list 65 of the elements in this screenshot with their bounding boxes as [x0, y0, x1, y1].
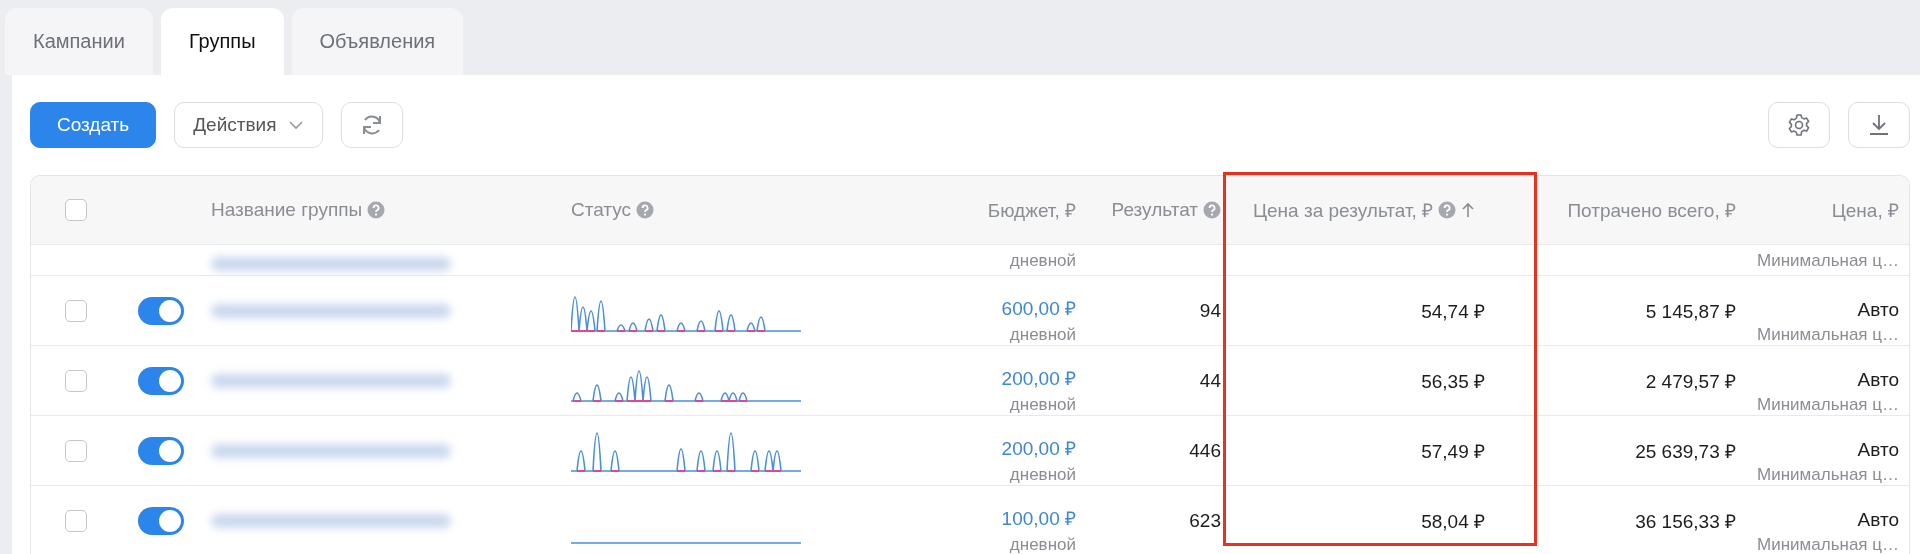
- column-header[interactable]: Статус: [571, 199, 632, 221]
- create-button[interactable]: Создать: [30, 102, 157, 148]
- cost-per-result: 56,35 ₽: [1421, 369, 1485, 394]
- budget-period: дневной: [1009, 325, 1076, 345]
- result-value: 44: [1199, 369, 1221, 392]
- help-icon[interactable]: [367, 201, 386, 219]
- help-icon[interactable]: [1438, 201, 1457, 219]
- budget-value[interactable]: 100,00 ₽: [1001, 505, 1076, 531]
- tab[interactable]: Кампании: [5, 8, 153, 75]
- checkbox[interactable]: [65, 299, 87, 322]
- price-note: Минимальная ц…: [1757, 395, 1899, 415]
- checkbox[interactable]: [65, 509, 87, 532]
- spent-value: 5 145,87 ₽: [1645, 299, 1736, 324]
- tab[interactable]: Объявления: [291, 8, 464, 75]
- result-value: 446: [1189, 439, 1221, 462]
- toggle-switch[interactable]: [138, 436, 184, 465]
- price-note: Минимальная ц…: [1757, 325, 1899, 345]
- budget-period: дневной: [1009, 395, 1076, 415]
- download-button[interactable]: [1848, 102, 1910, 148]
- blurred-name[interactable]: [211, 373, 451, 388]
- price-value: Авто: [1857, 369, 1899, 391]
- price-value: Авто: [1857, 509, 1899, 531]
- price-note: Минимальная ц…: [1757, 465, 1899, 485]
- result-value: 94: [1199, 299, 1221, 322]
- settings-icon: [1786, 112, 1812, 138]
- sort-arrow-icon[interactable]: [1461, 201, 1476, 219]
- cost-per-result: 57,49 ₽: [1421, 439, 1485, 464]
- column-header[interactable]: Бюджет, ₽: [987, 197, 1076, 223]
- refresh-button[interactable]: [341, 102, 404, 148]
- cost-per-result: 54,74 ₽: [1421, 299, 1485, 324]
- budget-period: дневной: [1009, 465, 1076, 485]
- column-header[interactable]: Цена, ₽: [1831, 197, 1899, 223]
- cost-per-result: 58,04 ₽: [1421, 509, 1485, 534]
- help-icon[interactable]: [636, 201, 655, 219]
- result-value: 623: [1189, 509, 1221, 532]
- price-note: Минимальная ц…: [1757, 251, 1899, 271]
- toggle-switch[interactable]: [138, 506, 184, 535]
- price-note: Минимальная ц…: [1757, 535, 1899, 554]
- budget-value[interactable]: 200,00 ₽: [1001, 365, 1076, 391]
- blurred-name[interactable]: [211, 443, 451, 458]
- spent-value: 25 639,73 ₽: [1635, 439, 1736, 464]
- budget-period: дневной: [1009, 535, 1076, 554]
- column-header[interactable]: Результат: [1111, 199, 1198, 221]
- toggle-switch[interactable]: [138, 296, 184, 325]
- toggle-switch[interactable]: [138, 366, 184, 395]
- spent-value: 36 156,33 ₽: [1635, 509, 1736, 534]
- help-icon[interactable]: [1203, 201, 1221, 219]
- blurred-name[interactable]: [211, 513, 451, 528]
- actions-dropdown[interactable]: Действия: [174, 102, 324, 148]
- checkbox[interactable]: [65, 199, 87, 221]
- price-value: Авто: [1857, 299, 1899, 321]
- budget-value[interactable]: 200,00 ₽: [1001, 435, 1076, 461]
- spent-value: 2 479,57 ₽: [1645, 369, 1736, 394]
- tab[interactable]: Группы: [160, 8, 284, 75]
- settings-button[interactable]: [1768, 102, 1830, 148]
- column-header[interactable]: Потрачено всего, ₽: [1567, 197, 1736, 223]
- chevron-icon: [288, 120, 305, 130]
- column-header[interactable]: Цена за результат, ₽: [1253, 197, 1434, 223]
- price-value: Авто: [1857, 439, 1899, 461]
- budget-period: дневной: [1009, 251, 1076, 271]
- blurred-name[interactable]: [211, 303, 451, 318]
- budget-value[interactable]: 600,00 ₽: [1001, 295, 1076, 321]
- checkbox[interactable]: [65, 439, 87, 462]
- column-header[interactable]: Название группы: [211, 199, 363, 221]
- checkbox[interactable]: [65, 369, 87, 392]
